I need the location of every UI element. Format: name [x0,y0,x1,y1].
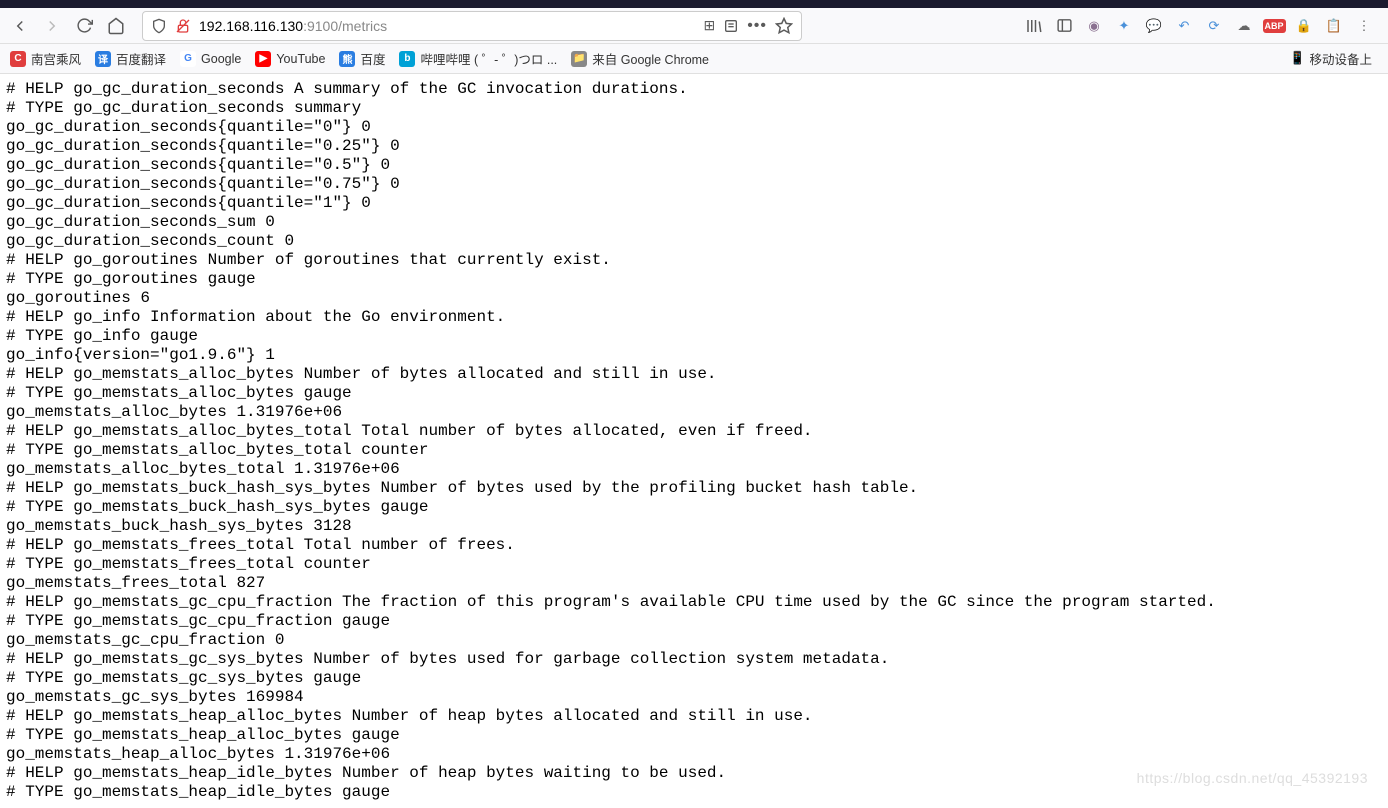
back-button[interactable] [6,12,34,40]
mobile-devices-link[interactable]: 📱 移动设备上 [1290,49,1378,68]
bookmark-label: 百度 [360,49,385,68]
ext-icon-2[interactable]: ✦ [1114,16,1134,36]
page-actions-menu[interactable]: ••• [747,17,767,35]
ext-icon-3[interactable]: 💬 [1144,16,1164,36]
forward-button[interactable] [38,12,66,40]
ext-icon-6[interactable]: ☁ [1234,16,1254,36]
bookmark-favicon: G [180,51,196,67]
connection-insecure-icon[interactable] [175,18,191,34]
ext-icon-7[interactable]: 🔒 [1294,16,1314,36]
ext-icon-4[interactable]: ↶ [1174,16,1194,36]
home-button[interactable] [102,12,130,40]
bookmark-item[interactable]: C 南宫乘风 [10,49,81,68]
bookmark-item[interactable]: b 哔哩哔哩 ( ゜- ゜)つロ ... [399,49,557,68]
library-icon[interactable] [1024,16,1044,36]
ext-icon-5[interactable]: ⟳ [1204,16,1224,36]
bookmarks-bar: C 南宫乘风译百度翻译 G Google ▶ YouTube 熊百度 b 哔哩哔哩 ( ゜- ゜… [0,44,1388,74]
bookmark-item[interactable]: ▶ YouTube [255,51,325,67]
nav-toolbar: 192.168.116.130:9100/metrics ⊞ ••• ◉ ✦ 💬… [0,8,1388,44]
reload-button[interactable] [70,12,98,40]
url-text: 192.168.116.130:9100/metrics [199,18,695,34]
sidebar-icon[interactable] [1054,16,1074,36]
bookmark-label: 哔哩哔哩 ( ゜- ゜)つロ ... [420,49,557,68]
reader-icon[interactable] [723,18,739,34]
bookmark-item[interactable]: 译百度翻译 [95,49,166,68]
window-tab-strip [0,0,1388,8]
mobile-icon: 📱 [1290,51,1306,66]
watermark: https://blog.csdn.net/qq_45392193 [1137,770,1368,786]
ext-icon-1[interactable]: ◉ [1084,16,1104,36]
bookmark-label: 来自 Google Chrome [592,49,709,68]
ext-icon-8[interactable]: 📋 [1324,16,1344,36]
abp-icon[interactable]: ABP [1264,16,1284,36]
bookmark-item[interactable]: G Google [180,51,241,67]
toolbar-right: ◉ ✦ 💬 ↶ ⟳ ☁ ABP 🔒 📋 ⋮ [1024,16,1382,36]
bookmark-label: Google [201,52,241,66]
bookmark-label: 南宫乘风 [31,49,81,68]
bookmark-label: 百度翻译 [116,49,166,68]
metrics-output: # HELP go_gc_duration_seconds A summary … [0,74,1388,808]
mobile-label: 移动设备上 [1309,49,1372,68]
bookmark-label: YouTube [276,52,325,66]
url-bar[interactable]: 192.168.116.130:9100/metrics ⊞ ••• [142,11,802,41]
qr-icon[interactable]: ⊞ [703,17,715,34]
shield-icon[interactable] [151,18,167,34]
bookmark-favicon: 📁 [571,51,587,67]
bookmark-star-icon[interactable] [775,17,793,35]
bookmark-favicon: 熊 [339,51,355,67]
bookmark-favicon: C [10,51,26,67]
bookmark-item[interactable]: 熊百度 [339,49,385,68]
bookmark-favicon: ▶ [255,51,271,67]
bookmark-item[interactable]: 📁 来自 Google Chrome [571,49,709,68]
overflow-icon[interactable]: ⋮ [1354,16,1374,36]
bookmark-favicon: 译 [95,51,111,67]
bookmark-favicon: b [399,51,415,67]
